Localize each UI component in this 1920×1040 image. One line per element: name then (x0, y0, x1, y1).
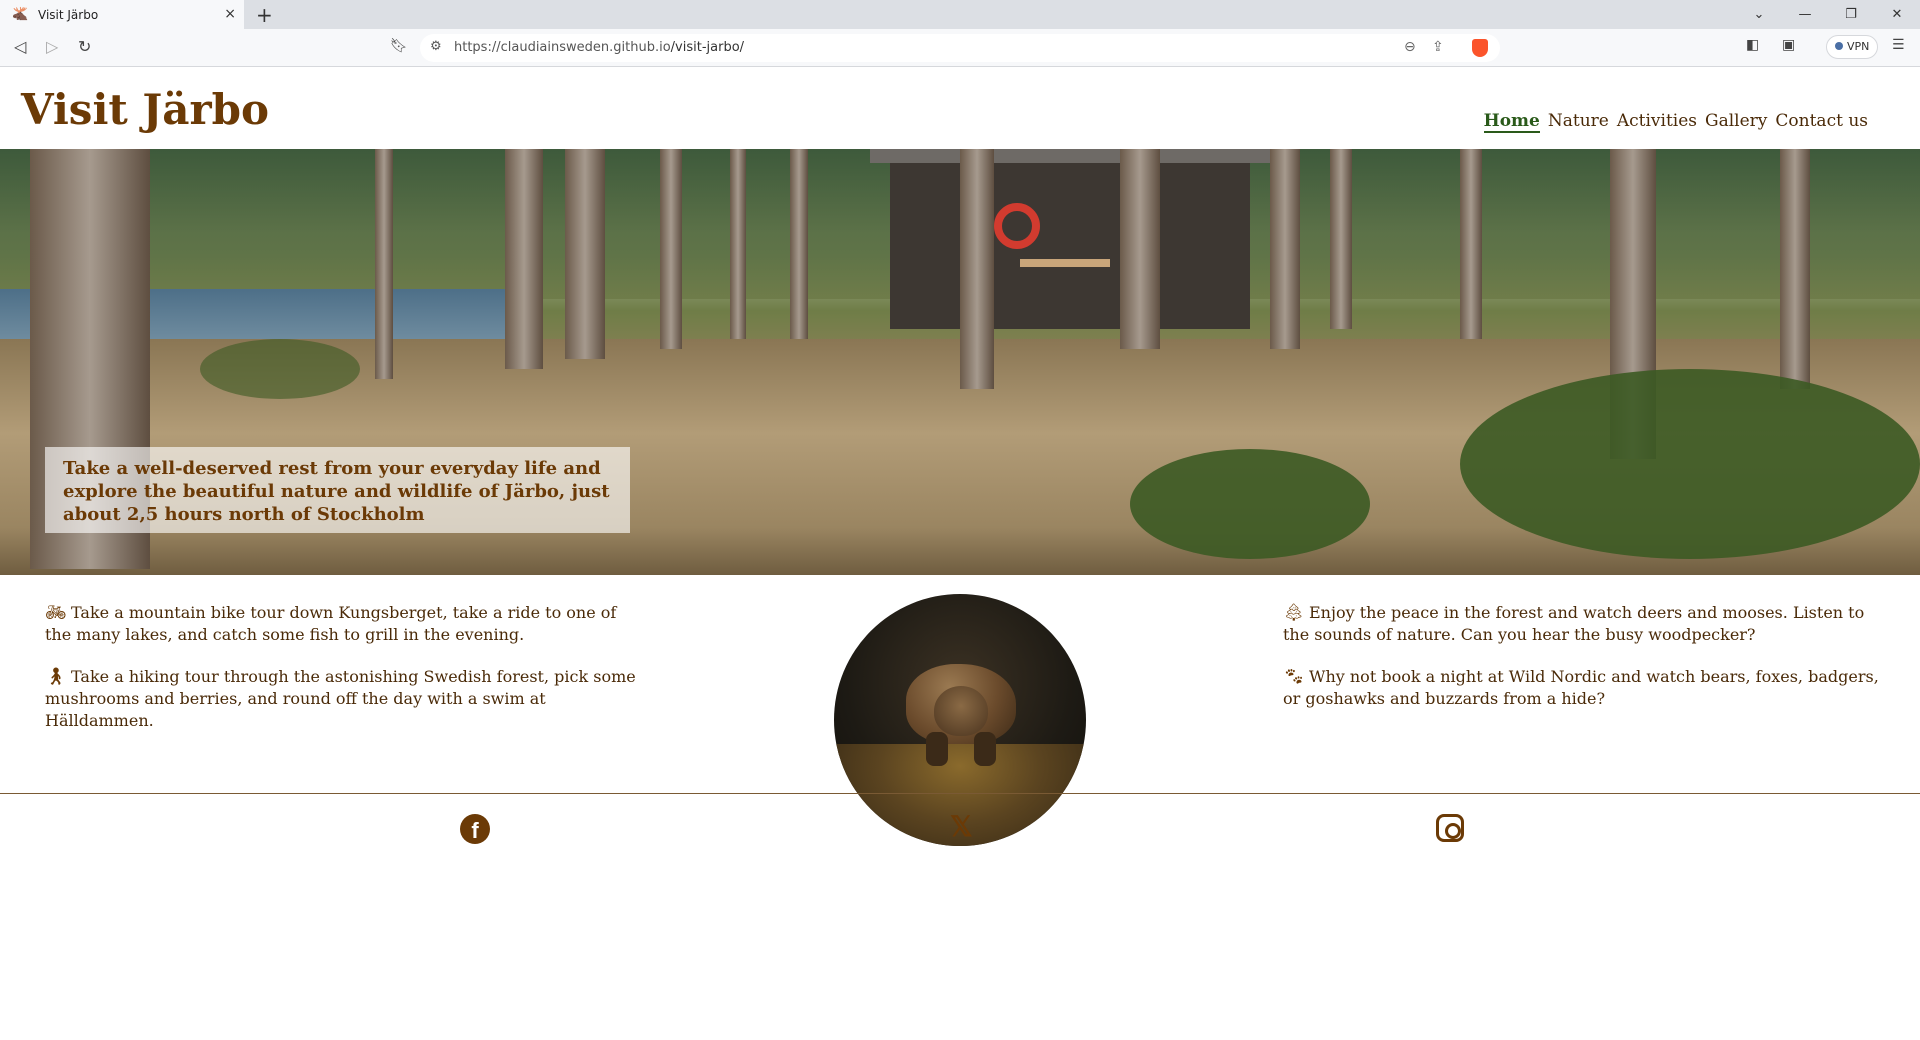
web-page: Visit Järbo Home Nature Activities Galle… (0, 67, 1920, 1040)
share-icon[interactable]: ⇪ (1432, 39, 1444, 55)
nav-contact-us[interactable]: Contact us (1775, 111, 1868, 133)
address-bar[interactable]: ⚙ https://claudiainsweden.github.io/visi… (420, 34, 1500, 62)
tab-title: Visit Järbo (38, 7, 99, 22)
site-logo-title[interactable]: Visit Järbo (21, 85, 269, 134)
nav-home[interactable]: Home (1483, 111, 1540, 133)
tree-icon: 🌲︎ (1283, 603, 1305, 623)
shrub (1460, 369, 1920, 559)
lifebuoy (994, 203, 1040, 249)
nav-activities[interactable]: Activities (1617, 111, 1697, 133)
tree-trunk (960, 149, 994, 389)
hiking-icon: 🚶︎ (45, 667, 67, 687)
tree-trunk (375, 149, 393, 379)
restore-button[interactable]: ❐ (1828, 0, 1874, 29)
paw-icon: 🐾︎ (1283, 667, 1305, 687)
feature-wildlife: 🐾︎ Why not book a night at Wild Nordic an… (1283, 667, 1879, 708)
feature-forest: 🌲︎ Enjoy the peace in the forest and watc… (1283, 603, 1865, 644)
site-settings-icon[interactable]: ⚙ (430, 39, 442, 54)
browser-tab[interactable]: 🫎 Visit Järbo × (0, 0, 244, 29)
browser-tab-bar: 🫎 Visit Järbo × + ⌄ — ❐ ✕ (0, 0, 1920, 29)
activities-left-column: 🚲︎ Take a mountain bike tour down Kungsbe… (45, 602, 645, 752)
tree-trunk (1120, 149, 1160, 349)
menu-icon[interactable]: ☰ (1892, 37, 1905, 53)
wallet-icon[interactable]: ▣ (1782, 37, 1795, 53)
tree-trunk (1460, 149, 1482, 339)
feature-bike: 🚲︎ Take a mountain bike tour down Kungsbe… (45, 603, 617, 644)
reload-icon[interactable]: ↻ (78, 37, 91, 56)
bicycle-icon: 🚲︎ (45, 603, 67, 623)
tree-trunk (565, 149, 605, 359)
minimize-button[interactable]: — (1782, 0, 1828, 29)
shrub (1130, 449, 1370, 559)
tree-trunk (790, 149, 808, 339)
site-footer: f 𝕏 (0, 793, 1920, 1040)
shrub (200, 339, 360, 399)
x-twitter-icon[interactable]: 𝕏 (950, 810, 973, 843)
nav-gallery[interactable]: Gallery (1705, 111, 1767, 133)
tree-trunk (730, 149, 746, 339)
zoom-icon[interactable]: ⊖ (1404, 39, 1416, 55)
tree-trunk (1330, 149, 1352, 329)
brave-shields-icon[interactable] (1472, 39, 1488, 57)
back-icon[interactable]: ◁ (14, 37, 26, 56)
forward-icon[interactable]: ▷ (46, 37, 58, 56)
picnic-table (1020, 259, 1110, 309)
new-tab-button[interactable]: + (256, 3, 273, 27)
window-controls: ⌄ — ❐ ✕ (1736, 0, 1920, 29)
tab-search-button[interactable]: ⌄ (1736, 0, 1782, 29)
facebook-icon[interactable]: f (460, 814, 490, 844)
bookmark-icon[interactable]: 🔖︎ (390, 38, 408, 54)
cabin (870, 149, 1270, 329)
tab-close-icon[interactable]: × (224, 6, 236, 22)
feature-hiking: 🚶︎ Take a hiking tour through the astonis… (45, 667, 636, 730)
browser-toolbar: ◁ ▷ ↻ 🔖︎ ⚙ https://claudiainsweden.githu… (0, 29, 1920, 67)
moose-favicon-icon: 🫎 (12, 6, 29, 22)
tree-trunk (1780, 149, 1810, 389)
sidebar-icon[interactable]: ◧ (1746, 37, 1759, 53)
instagram-icon[interactable] (1436, 814, 1464, 842)
tree-trunk (505, 149, 543, 369)
activities-right-column: 🌲︎ Enjoy the peace in the forest and watc… (1283, 602, 1883, 730)
hero-image: Take a well-deserved rest from your ever… (0, 149, 1920, 575)
nav-nature[interactable]: Nature (1548, 111, 1609, 133)
tree-trunk (1270, 149, 1300, 349)
vpn-button[interactable]: VPN (1826, 35, 1879, 59)
main-navigation: Home Nature Activities Gallery Contact u… (1483, 111, 1868, 133)
url-text[interactable]: https://claudiainsweden.github.io/visit-… (454, 40, 744, 55)
vpn-status-icon (1835, 42, 1843, 50)
close-window-button[interactable]: ✕ (1874, 0, 1920, 29)
hero-caption: Take a well-deserved rest from your ever… (45, 447, 630, 533)
hero-caption-text: Take a well-deserved rest from your ever… (63, 458, 610, 525)
tree-trunk (660, 149, 682, 349)
